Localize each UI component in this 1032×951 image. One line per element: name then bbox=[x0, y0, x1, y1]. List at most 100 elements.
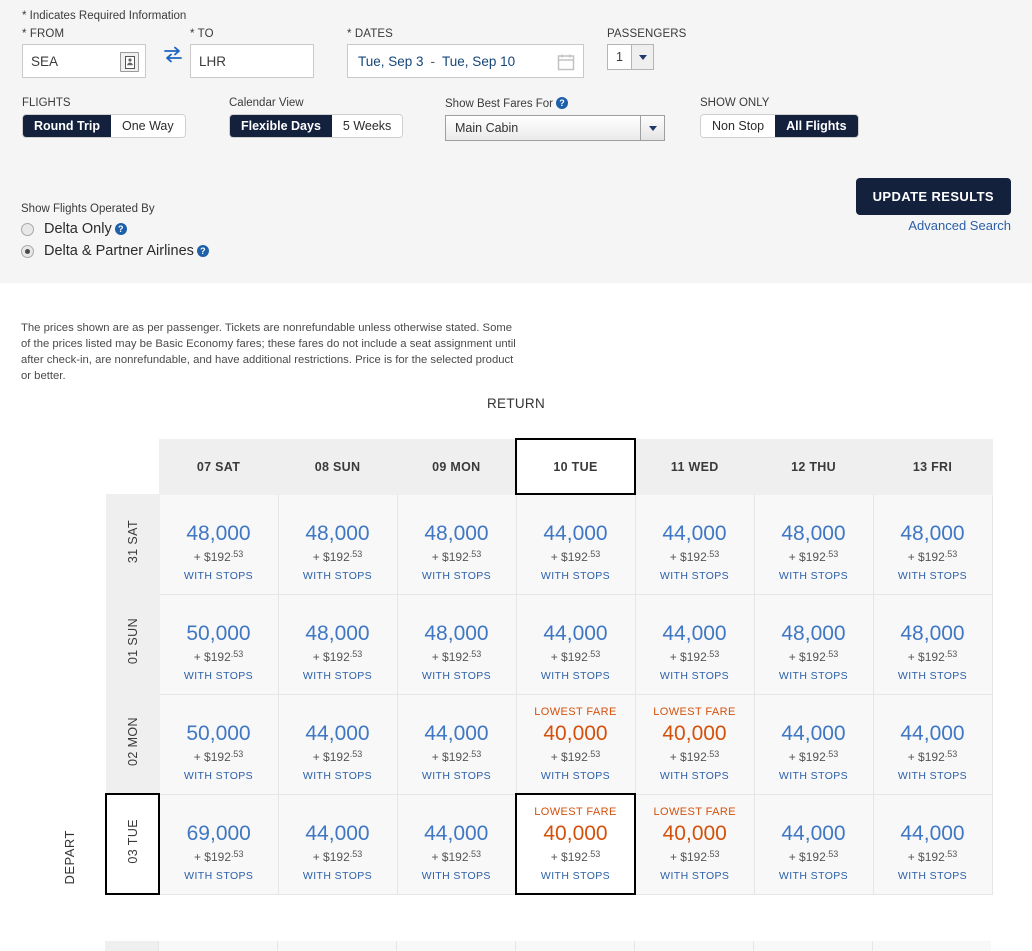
calendar-row-header[interactable]: 03 TUE bbox=[105, 793, 160, 895]
fare-stops-label[interactable]: WITH STOPS bbox=[281, 670, 395, 682]
fare-cell[interactable]: 48,000 + $192.53 WITH STOPS bbox=[158, 493, 279, 595]
advanced-search-link[interactable]: Advanced Search bbox=[908, 218, 1011, 233]
chevron-down-icon[interactable] bbox=[631, 45, 653, 69]
fare-stops-label[interactable]: WITH STOPS bbox=[400, 770, 514, 782]
fare-stops-label[interactable]: WITH STOPS bbox=[638, 770, 752, 782]
fare-stops-label[interactable]: WITH STOPS bbox=[281, 870, 395, 882]
fare-stops-label[interactable]: WITH STOPS bbox=[876, 770, 990, 782]
fare-stops-label[interactable]: WITH STOPS bbox=[400, 670, 514, 682]
calendar-view-toggle[interactable]: Flexible Days 5 Weeks bbox=[229, 114, 404, 138]
calendar-column-header[interactable]: 10 TUE bbox=[515, 438, 636, 495]
help-icon[interactable]: ? bbox=[556, 97, 569, 109]
radio-delta-partner-input[interactable] bbox=[21, 244, 34, 258]
fare-cash-cents: .53 bbox=[944, 849, 958, 859]
fare-stops-label[interactable]: WITH STOPS bbox=[281, 770, 395, 782]
swap-arrows-icon[interactable] bbox=[162, 44, 184, 66]
radio-delta-only-input[interactable] bbox=[21, 222, 34, 236]
fare-stops-label[interactable]: WITH STOPS bbox=[757, 670, 871, 682]
flights-toggle[interactable]: Round Trip One Way bbox=[22, 114, 186, 138]
calendar-view-option-flexible-days[interactable]: Flexible Days bbox=[230, 115, 332, 137]
lowest-fare-badge bbox=[162, 506, 276, 520]
update-results-button[interactable]: UPDATE RESULTS bbox=[855, 178, 1011, 215]
fare-cell[interactable]: 44,000 + $192.53 WITH STOPS bbox=[634, 593, 755, 695]
help-icon[interactable]: ? bbox=[196, 245, 209, 257]
calendar-column-header[interactable]: 13 FRI bbox=[872, 438, 993, 495]
calendar-column-header[interactable]: 11 WED bbox=[634, 438, 755, 495]
fare-cell[interactable]: 48,000 + $192.53 WITH STOPS bbox=[396, 493, 517, 595]
fare-cell[interactable]: 44,000 + $192.53 WITH STOPS bbox=[753, 793, 874, 895]
fare-stops-label[interactable]: WITH STOPS bbox=[281, 570, 395, 582]
fare-cell[interactable]: 44,000 + $192.53 WITH STOPS bbox=[634, 493, 755, 595]
fare-cell[interactable]: 44,000 + $192.53 WITH STOPS bbox=[277, 793, 398, 895]
calendar-icon[interactable] bbox=[557, 53, 575, 71]
fare-cell[interactable]: 48,000 + $192.53 WITH STOPS bbox=[277, 593, 398, 695]
fare-stops-label[interactable]: WITH STOPS bbox=[519, 770, 633, 782]
fare-cell[interactable]: 69,000 + $192.53 WITH STOPS bbox=[158, 793, 279, 895]
fare-cell[interactable]: 44,000 + $192.53 WITH STOPS bbox=[753, 693, 874, 795]
fare-cell[interactable]: LOWEST FARE 40,000 + $192.53 WITH STOPS bbox=[515, 693, 636, 795]
fare-cell[interactable]: 48,000 + $192.53 WITH STOPS bbox=[396, 593, 517, 695]
calendar-row-header[interactable]: 31 SAT bbox=[105, 493, 160, 595]
radio-delta-only[interactable]: Delta Only ? bbox=[21, 221, 209, 237]
fare-stops-label[interactable]: WITH STOPS bbox=[876, 870, 990, 882]
fare-cell[interactable]: 48,000 + $192.53 WITH STOPS bbox=[872, 493, 993, 595]
fare-cell[interactable]: 48,000 + $192.53 WITH STOPS bbox=[753, 493, 874, 595]
fare-cell[interactable]: 48,000 + $192.53 WITH STOPS bbox=[872, 593, 993, 695]
show-only-option-all-flights[interactable]: All Flights bbox=[775, 115, 858, 137]
fare-cell[interactable]: 44,000 + $192.53 WITH STOPS bbox=[515, 493, 636, 595]
fare-stops-label[interactable]: WITH STOPS bbox=[638, 570, 752, 582]
calendar-column-header[interactable]: 12 THU bbox=[753, 438, 874, 495]
from-input[interactable]: SEA bbox=[22, 44, 146, 78]
fare-cell[interactable]: 48,000 + $192.53 WITH STOPS bbox=[753, 593, 874, 695]
flights-option-one-way[interactable]: One Way bbox=[110, 115, 185, 137]
fare-cell[interactable]: 50,000 + $192.53 WITH STOPS bbox=[158, 693, 279, 795]
fare-stops-label[interactable]: WITH STOPS bbox=[638, 870, 752, 882]
calendar-column-header[interactable]: 08 SUN bbox=[277, 438, 398, 495]
passengers-select[interactable]: 1 bbox=[607, 44, 654, 70]
fare-cell[interactable]: LOWEST FARE 40,000 + $192.53 WITH STOPS bbox=[515, 793, 636, 895]
show-only-toggle[interactable]: Non Stop All Flights bbox=[700, 114, 859, 138]
fare-stops-label[interactable]: WITH STOPS bbox=[638, 670, 752, 682]
fare-stops-label[interactable]: WITH STOPS bbox=[876, 570, 990, 582]
flights-option-round-trip[interactable]: Round Trip bbox=[23, 115, 111, 137]
lowest-fare-badge bbox=[400, 506, 514, 520]
best-fares-select[interactable]: Main Cabin bbox=[445, 115, 665, 141]
fare-stops-label[interactable]: WITH STOPS bbox=[162, 870, 276, 882]
calendar-row-header[interactable]: 02 MON bbox=[105, 693, 160, 795]
fare-stops-label[interactable]: WITH STOPS bbox=[162, 670, 276, 682]
calendar-column-header[interactable]: 09 MON bbox=[396, 438, 517, 495]
fare-cell[interactable]: 44,000 + $192.53 WITH STOPS bbox=[396, 793, 517, 895]
fare-cell[interactable]: 44,000 + $192.53 WITH STOPS bbox=[515, 593, 636, 695]
show-only-option-non-stop[interactable]: Non Stop bbox=[701, 115, 776, 137]
fare-stops-label[interactable]: WITH STOPS bbox=[519, 570, 633, 582]
airport-list-icon[interactable] bbox=[120, 52, 139, 72]
fare-cell[interactable]: LOWEST FARE 40,000 + $192.53 WITH STOPS bbox=[634, 693, 755, 795]
calendar-column-header[interactable]: 07 SAT bbox=[158, 438, 279, 495]
fare-stops-label[interactable]: WITH STOPS bbox=[162, 770, 276, 782]
fare-stops-label[interactable]: WITH STOPS bbox=[162, 570, 276, 582]
chevron-down-icon[interactable] bbox=[640, 116, 664, 140]
fare-stops-label[interactable]: WITH STOPS bbox=[757, 570, 871, 582]
dates-input[interactable]: Tue, Sep 3- Tue, Sep 10 bbox=[347, 44, 584, 78]
fare-stops-label[interactable]: WITH STOPS bbox=[876, 670, 990, 682]
fare-cell[interactable]: 44,000 + $192.53 WITH STOPS bbox=[872, 793, 993, 895]
fare-stops-label[interactable]: WITH STOPS bbox=[519, 670, 633, 682]
fare-stops-label[interactable]: WITH STOPS bbox=[519, 870, 632, 882]
fare-stops-label[interactable]: WITH STOPS bbox=[400, 570, 514, 582]
fare-cell[interactable]: 48,000 + $192.53 WITH STOPS bbox=[277, 493, 398, 595]
fare-stops-label[interactable]: WITH STOPS bbox=[757, 770, 871, 782]
fare-cell[interactable]: 50,000 + $192.53 WITH STOPS bbox=[158, 593, 279, 695]
fare-stops-label[interactable]: WITH STOPS bbox=[400, 870, 514, 882]
calendar-view-option-5-weeks[interactable]: 5 Weeks bbox=[331, 115, 403, 137]
fare-cell[interactable]: 44,000 + $192.53 WITH STOPS bbox=[277, 693, 398, 795]
help-icon[interactable]: ? bbox=[114, 223, 127, 235]
fare-cell[interactable]: 44,000 + $192.53 WITH STOPS bbox=[872, 693, 993, 795]
fare-stops-label[interactable]: WITH STOPS bbox=[757, 870, 871, 882]
fare-cell[interactable]: LOWEST FARE 40,000 + $192.53 WITH STOPS bbox=[634, 793, 755, 895]
to-input[interactable]: LHR bbox=[190, 44, 314, 78]
calendar-row-header[interactable]: 01 SUN bbox=[105, 593, 160, 695]
depart-date-value: Tue, Sep 3 bbox=[358, 53, 424, 69]
fare-miles: 44,000 bbox=[662, 522, 727, 545]
fare-cell[interactable]: 44,000 + $192.53 WITH STOPS bbox=[396, 693, 517, 795]
radio-delta-partner[interactable]: Delta & Partner Airlines ? bbox=[21, 243, 209, 259]
